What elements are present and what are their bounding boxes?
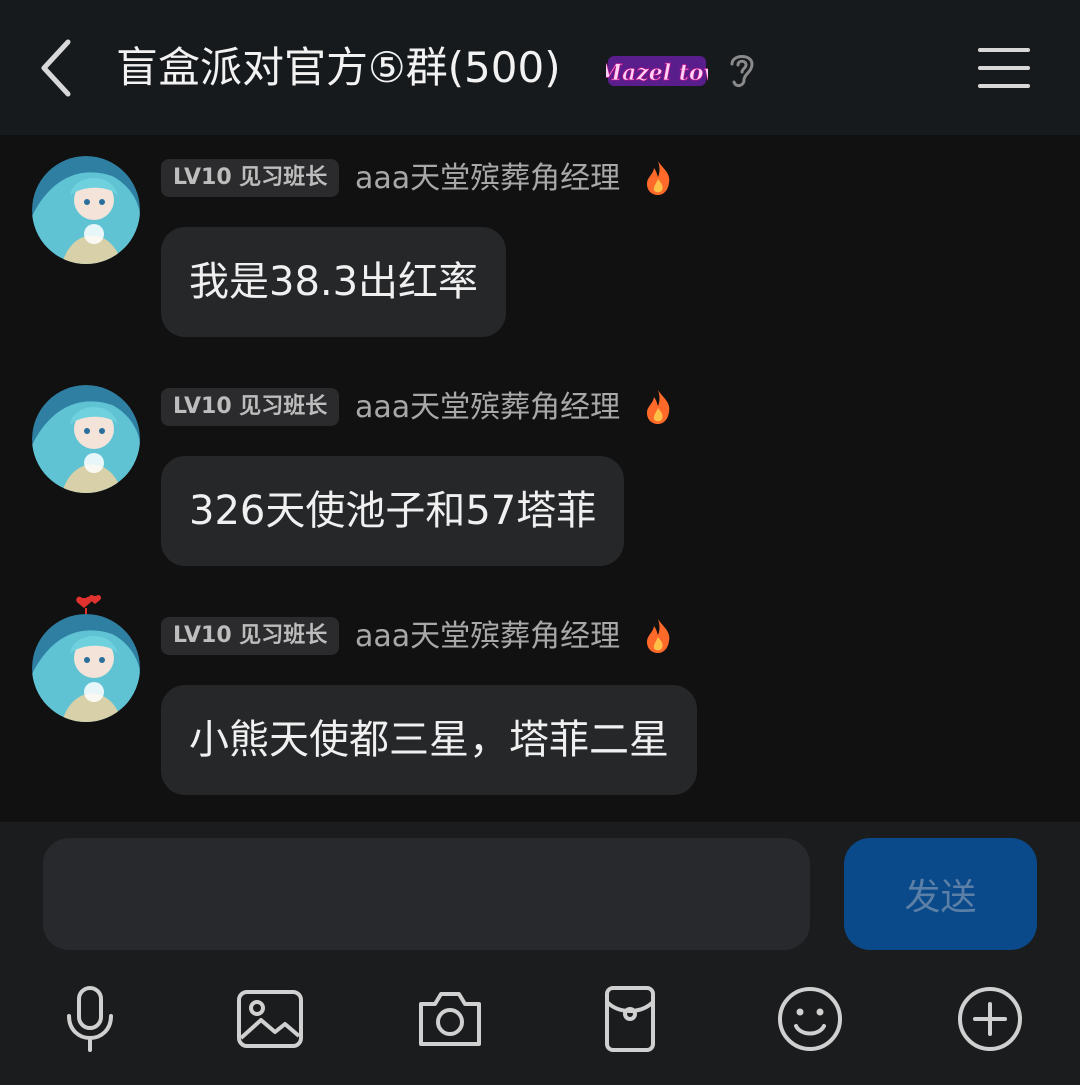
red-packet-icon[interactable]	[595, 984, 665, 1054]
hamburger-menu-icon[interactable]	[972, 40, 1036, 96]
back-arrow-icon[interactable]	[30, 36, 86, 100]
avatar[interactable]	[32, 614, 140, 722]
level-badge: LV10 见习班长	[161, 617, 340, 655]
avatar[interactable]	[32, 385, 140, 493]
level-badge: LV10 见习班长	[161, 159, 340, 197]
message-bubble[interactable]: 小熊天使都三星，塔菲二星	[161, 685, 697, 795]
message-bubble[interactable]: 我是38.3出红率	[161, 227, 507, 337]
ear-icon[interactable]	[722, 48, 762, 92]
fire-icon	[647, 161, 670, 195]
sender-name[interactable]: aaa天堂殡葬角经理	[355, 388, 620, 428]
plus-icon[interactable]	[955, 984, 1025, 1054]
avatar[interactable]	[32, 156, 140, 264]
chat-message: LV10 见习班长 aaa天堂殡葬角经理 小熊天使都三星，塔菲二星	[0, 590, 1080, 810]
fire-icon	[647, 390, 670, 424]
camera-icon[interactable]	[415, 984, 485, 1054]
sender-name[interactable]: aaa天堂殡葬角经理	[355, 617, 620, 657]
image-icon[interactable]	[235, 984, 305, 1054]
level-badge: LV10 见习班长	[161, 388, 340, 426]
message-bubble[interactable]: 326天使池子和57塔菲	[161, 456, 625, 566]
message-input[interactable]	[43, 838, 810, 950]
chat-title[interactable]: 盲盒派对官方⑤群(500)	[116, 38, 561, 98]
chat-header: 盲盒派对官方⑤群(500) Mazel tov	[0, 0, 1080, 135]
sender-name[interactable]: aaa天堂殡葬角经理	[355, 159, 620, 199]
emoji-icon[interactable]	[775, 984, 845, 1054]
microphone-icon[interactable]	[55, 984, 125, 1054]
send-button[interactable]: 发送	[844, 838, 1037, 950]
composer: 发送	[0, 822, 1080, 1085]
chat-message: LV10 见习班长 aaa天堂殡葬角经理 326天使池子和57塔菲	[0, 384, 1080, 574]
mazel-tov-badge: Mazel tov	[606, 56, 708, 86]
svg-text:Mazel tov: Mazel tov	[606, 60, 708, 86]
chat-message: LV10 见习班长 aaa天堂殡葬角经理 我是38.3出红率	[0, 155, 1080, 345]
fire-icon	[647, 619, 670, 653]
